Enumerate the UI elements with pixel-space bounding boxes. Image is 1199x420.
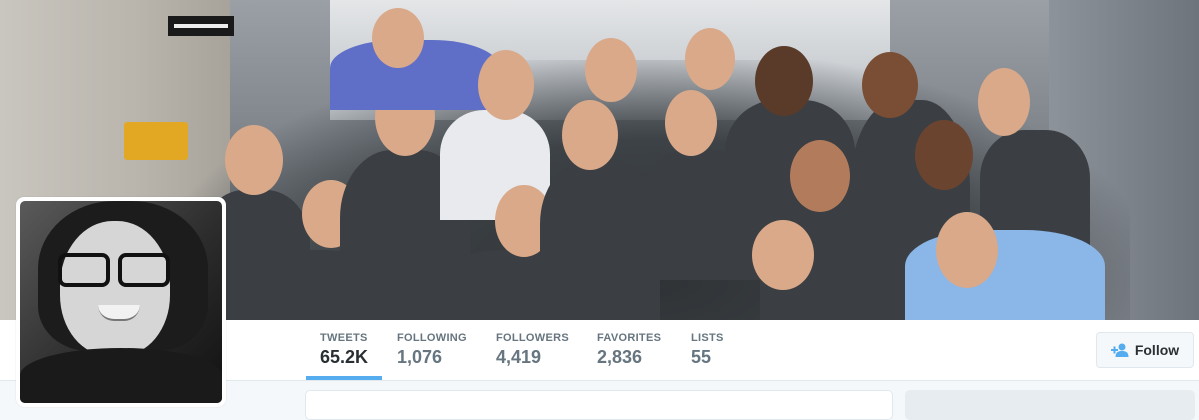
person-head — [585, 38, 637, 102]
person-head — [372, 8, 424, 68]
stat-following[interactable]: FOLLOWING 1,076 — [383, 330, 473, 380]
person-head — [562, 100, 618, 170]
stat-label: FAVORITES — [597, 332, 662, 344]
person-head — [790, 140, 850, 212]
sidebar-card — [905, 390, 1195, 420]
stat-value: 65.2K — [320, 347, 369, 367]
stat-label: FOLLOWERS — [496, 332, 569, 344]
avatar-body — [20, 348, 222, 403]
add-user-icon — [1110, 343, 1129, 357]
stat-value: 55 — [691, 347, 712, 367]
person-head — [862, 52, 918, 118]
person-head — [225, 125, 283, 195]
stat-label: LISTS — [691, 332, 724, 344]
follow-label: Follow — [1134, 342, 1180, 358]
stat-label: FOLLOWING — [397, 332, 467, 344]
avatar[interactable] — [16, 197, 226, 407]
stat-tweets[interactable]: TWEETS 65.2K — [306, 330, 382, 380]
stat-value: 2,836 — [597, 347, 643, 367]
person-head — [478, 50, 534, 120]
avatar-image — [20, 201, 222, 403]
person-shirt — [905, 230, 1105, 320]
person-head — [936, 212, 998, 288]
avatar-glasses — [118, 253, 170, 287]
stat-favorites[interactable]: FAVORITES 2,836 — [583, 330, 675, 380]
stat-value: 4,419 — [496, 347, 542, 367]
avatar-face — [60, 221, 170, 356]
street-sign — [168, 16, 234, 36]
stat-label: TWEETS — [320, 332, 368, 344]
timeline-card — [305, 390, 893, 420]
stat-followers[interactable]: FOLLOWERS 4,419 — [482, 330, 577, 380]
stat-lists[interactable]: LISTS 55 — [677, 330, 737, 380]
avatar-glasses — [58, 253, 110, 287]
person-head — [978, 68, 1030, 136]
follow-button[interactable]: Follow — [1096, 332, 1194, 368]
person-head — [755, 46, 813, 116]
person-head — [665, 90, 717, 156]
person-head — [915, 120, 973, 190]
person-head — [752, 220, 814, 290]
hydrant — [124, 122, 188, 160]
stat-value: 1,076 — [397, 347, 443, 367]
person-head — [685, 28, 735, 90]
